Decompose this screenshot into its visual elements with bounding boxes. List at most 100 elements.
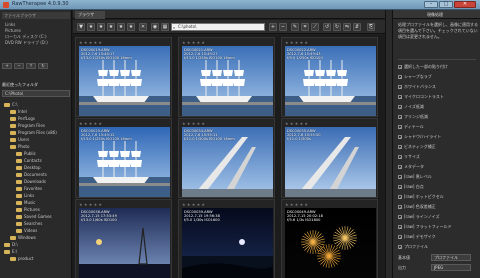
option-checkbox[interactable]: 選択した一部の貼り付け	[398, 63, 478, 71]
tree-folder[interactable]: Links	[16, 193, 34, 199]
thumbnail[interactable]: ★ ★ ★ ★ ★ DSC00025.ARW 2012-7-6 15:49:12 f/…	[75, 118, 172, 198]
tree-folder[interactable]: Saved Games	[16, 214, 52, 220]
checkbox-icon[interactable]	[398, 144, 402, 151]
tree-folder[interactable]: Music	[16, 200, 35, 206]
remove-place-button[interactable]: −	[14, 63, 24, 69]
side-panel-strip[interactable]	[385, 10, 393, 278]
tree-folder[interactable]: Videos	[16, 228, 37, 234]
checkbox-icon[interactable]	[398, 154, 402, 161]
checkbox-icon[interactable]	[398, 134, 402, 141]
option-checkbox[interactable]: シャープなラブ	[398, 73, 478, 81]
tree-folder[interactable]: Favorites	[16, 186, 42, 192]
option-checkbox[interactable]: シャドウ/ハイライト	[398, 133, 478, 141]
star-filter-icon[interactable]: ★	[107, 23, 115, 31]
option-checkbox[interactable]: マイクロコントラスト	[398, 93, 478, 101]
option-checkbox[interactable]: リサイズ	[398, 153, 478, 161]
tree-folder[interactable]: Program Files (x86)	[10, 130, 57, 136]
checkbox-icon[interactable]	[398, 204, 402, 211]
tree-folder[interactable]: Windows	[10, 235, 36, 241]
option-checkbox[interactable]: [raw] 白点	[398, 183, 478, 191]
tree-folder[interactable]: Intel	[10, 109, 27, 115]
option-checkbox[interactable]: ディテール	[398, 123, 478, 131]
checkbox-icon[interactable]	[398, 184, 402, 191]
tree-folder[interactable]: PerfLogs	[10, 116, 35, 122]
thumbnail[interactable]: ★ ★ ★ ★ ★ DSC00034.ARW 2012-7-6 15:55:11 f/…	[178, 118, 275, 198]
checkbox-icon[interactable]	[398, 124, 402, 131]
checkbox-icon[interactable]	[398, 234, 402, 241]
option-checkbox[interactable]: ノイズ低減	[398, 103, 478, 111]
tree-folder[interactable]: C:\	[4, 102, 18, 108]
tree-folder[interactable]: Photo	[10, 144, 29, 150]
rating-stars[interactable]: ★ ★ ★ ★ ★	[285, 40, 308, 45]
star-filter-icon[interactable]: ★	[117, 23, 125, 31]
checkbox-icon[interactable]	[398, 224, 402, 231]
thumbnail[interactable]: ★ ★ ★ ★ ★ DSC00021.ARW 2012-7-6 15:49:27 f/…	[178, 37, 275, 117]
tree-folder[interactable]: Searches	[16, 221, 42, 227]
star-filter-icon[interactable]: ★	[127, 23, 135, 31]
option-checkbox[interactable]: プロファイル	[398, 243, 478, 251]
option-checkbox[interactable]: [raw] ホットピクセル	[398, 193, 478, 201]
tree-folder[interactable]: Desktop	[16, 165, 41, 171]
checkbox-icon[interactable]	[398, 84, 402, 91]
option-checkbox[interactable]: [raw] ラインノイズ	[398, 213, 478, 221]
tree-folder[interactable]: product	[10, 256, 33, 262]
option-checkbox[interactable]: ビネティング補正	[398, 143, 478, 151]
rating-stars[interactable]: ★ ★ ★ ★ ★	[182, 202, 205, 207]
tree-folder[interactable]: E:\	[4, 249, 17, 255]
tree-folder[interactable]: Pictures	[16, 207, 40, 213]
copy-profile-icon[interactable]: ⎘	[367, 23, 375, 31]
rating-stars[interactable]: ★ ★ ★ ★ ★	[79, 40, 102, 45]
eye-icon[interactable]: ◉	[151, 23, 159, 31]
maximize-button[interactable]: □	[439, 1, 453, 8]
rating-stars[interactable]: ★ ★ ★ ★ ★	[79, 121, 102, 126]
trash-icon[interactable]: ✕	[139, 23, 147, 31]
flip-v-icon[interactable]: ⇵	[353, 23, 361, 31]
checkbox-icon[interactable]	[398, 164, 402, 171]
tree-folder[interactable]: Public	[16, 151, 36, 157]
tree-folder[interactable]: Downloads	[16, 179, 46, 185]
zoom-out-icon[interactable]: −	[279, 23, 287, 31]
thumbnail[interactable]: ★ ★ ★ ★ ★ DSC00049.ARW 2012-7-15 20:02:18 f…	[281, 199, 378, 278]
close-button[interactable]: ✕	[454, 1, 476, 8]
tab-browser[interactable]: ブラウザ	[75, 11, 105, 19]
pencil-icon[interactable]: ✎	[291, 23, 299, 31]
checkbox-icon[interactable]	[398, 74, 402, 81]
flip-h-icon[interactable]: ⇋	[343, 23, 351, 31]
tree-folder[interactable]: Contacts	[16, 158, 42, 164]
rating-stars[interactable]: ★ ★ ★ ★ ★	[285, 121, 308, 126]
rating-stars[interactable]: ★ ★ ★ ★ ★	[182, 121, 205, 126]
checkbox-icon[interactable]	[398, 114, 402, 121]
thumbnail[interactable]: ★ ★ ★ ★ ★ DSC00022.ARW 2012-7-6 15:49:43 f/…	[281, 37, 378, 117]
rating-stars[interactable]: ★ ★ ★ ★ ★	[182, 40, 205, 45]
rating-stars[interactable]: ★ ★ ★ ★ ★	[79, 202, 102, 207]
filter-icon[interactable]: ▼	[77, 23, 85, 31]
checkbox-icon[interactable]	[398, 244, 402, 251]
zoom-in-icon[interactable]: +	[269, 23, 277, 31]
tree-folder[interactable]: D:\	[4, 242, 18, 248]
minimize-button[interactable]: –	[424, 1, 438, 8]
recent-folders-combo[interactable]: C:\Photo\	[2, 90, 70, 97]
thumbnail[interactable]: ★ ★ ★ ★ ★ DSC00019.ARW 2012-7-6 15:48:17 f/…	[75, 37, 172, 117]
rating-stars[interactable]: ★ ★ ★ ★ ★	[285, 202, 308, 207]
option-checkbox[interactable]: フリンジ低減	[398, 113, 478, 121]
thumbnail[interactable]: ★ ★ ★ ★ ★ DSC00039.ARW 2012-7-15 19:56:38 f…	[178, 199, 275, 278]
search-input[interactable]: ⌕ C:\photo\	[171, 23, 265, 31]
option-checkbox[interactable]: メタデータ	[398, 163, 478, 171]
star-filter-icon[interactable]: ★	[97, 23, 105, 31]
option-checkbox[interactable]: ホワイトバランス	[398, 83, 478, 91]
tree-folder[interactable]: Documents	[16, 172, 47, 178]
checkbox-icon[interactable]	[398, 194, 402, 201]
checkbox-icon[interactable]	[398, 214, 402, 221]
refresh-button[interactable]: ↻	[38, 63, 48, 69]
checkbox-icon[interactable]	[398, 104, 402, 111]
option-checkbox[interactable]: [raw] デモザイク	[398, 233, 478, 241]
file-browser-tab[interactable]: ファイルブラウザ	[2, 12, 70, 19]
output-format-combo[interactable]: JPEG	[431, 264, 471, 271]
rotate-left-icon[interactable]: ↺	[323, 23, 331, 31]
rotate-right-icon[interactable]: ↻	[333, 23, 341, 31]
option-checkbox[interactable]: [raw] 黒レベル	[398, 173, 478, 181]
tree-folder[interactable]: Program Files	[10, 123, 45, 129]
thumbnail[interactable]: ★ ★ ★ ★ ★ DSC00036.ARW 2012-7-15 17:53:49 f…	[75, 199, 172, 278]
add-place-button[interactable]: +	[2, 63, 12, 69]
straighten-icon[interactable]: ⟋	[311, 23, 319, 31]
